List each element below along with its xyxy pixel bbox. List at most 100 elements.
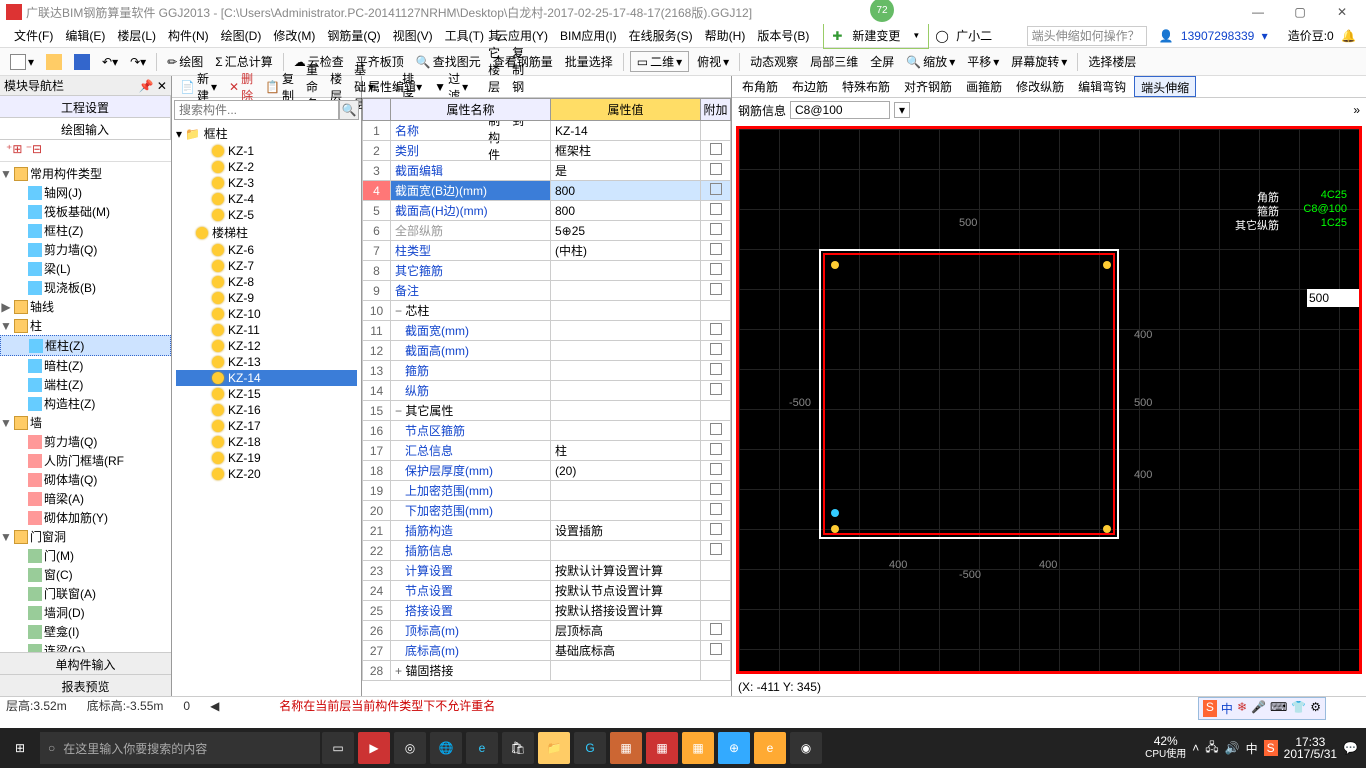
new-file-icon[interactable]: ▾ bbox=[6, 52, 38, 72]
tree-node[interactable]: ▶轴线 bbox=[0, 297, 171, 316]
rebar-info-input[interactable] bbox=[790, 101, 890, 119]
tab-project-settings[interactable]: 工程设置 bbox=[0, 96, 171, 117]
menu-item[interactable]: 视图(V) bbox=[389, 27, 437, 45]
rebar-tab[interactable]: 布边筋 bbox=[786, 76, 834, 97]
tree-node[interactable]: 现浇板(B) bbox=[0, 278, 171, 297]
menu-item[interactable]: 编辑(E) bbox=[61, 27, 109, 45]
property-row[interactable]: 7柱类型(中柱) bbox=[363, 241, 731, 261]
local-3d-button[interactable]: 局部三维 bbox=[806, 51, 862, 72]
property-row[interactable]: 28+ 锚固搭接 bbox=[363, 661, 731, 681]
property-row[interactable]: 18 保护层厚度(mm)(20) bbox=[363, 461, 731, 481]
ktree-item[interactable]: KZ-16 bbox=[176, 402, 357, 418]
ktree-item[interactable]: KZ-6 bbox=[176, 242, 357, 258]
property-row[interactable]: 24 节点设置按默认节点设置计算 bbox=[363, 581, 731, 601]
dimension-input[interactable]: 500 bbox=[1307, 289, 1362, 307]
tree-node[interactable]: 框柱(Z) bbox=[0, 221, 171, 240]
menu-item[interactable]: 版本号(B) bbox=[753, 27, 813, 45]
property-row[interactable]: 10− 芯柱 bbox=[363, 301, 731, 321]
view-2d-dropdown[interactable]: ▭ 二维 ▾ bbox=[630, 51, 689, 72]
property-row[interactable]: 20 下加密范围(mm) bbox=[363, 501, 731, 521]
dynamic-view-button[interactable]: 动态观察 bbox=[746, 51, 802, 72]
ktree-root[interactable]: ▾ 📁 框柱 bbox=[176, 124, 357, 143]
open-file-icon[interactable] bbox=[42, 52, 66, 72]
tree-node[interactable]: 剪力墙(Q) bbox=[0, 240, 171, 259]
ktree-item[interactable]: KZ-12 bbox=[176, 338, 357, 354]
property-row[interactable]: 27 底标高(m)基础底标高 bbox=[363, 641, 731, 661]
taskbar-app-6[interactable]: ▦ bbox=[646, 732, 678, 764]
tab-report-preview[interactable]: 报表预览 bbox=[0, 674, 171, 696]
menu-item[interactable]: 修改(M) bbox=[269, 27, 319, 45]
tree-node[interactable]: 窗(C) bbox=[0, 565, 171, 584]
collapse-icon[interactable]: » bbox=[1353, 103, 1360, 117]
ktree-item[interactable]: KZ-2 bbox=[176, 159, 357, 175]
ktree-item[interactable]: KZ-9 bbox=[176, 290, 357, 306]
ktree-item[interactable]: KZ-4 bbox=[176, 191, 357, 207]
redo-icon[interactable]: ↷▾ bbox=[126, 53, 150, 71]
menu-item[interactable]: 文件(F) bbox=[10, 27, 57, 45]
ime-toolbar[interactable]: S中❄🎤⌨👕⚙ bbox=[1198, 697, 1326, 720]
tray-clock[interactable]: 17:332017/5/31 bbox=[1284, 736, 1337, 760]
task-view-icon[interactable]: ▭ bbox=[322, 732, 354, 764]
close-button[interactable]: ✕ bbox=[1324, 5, 1360, 19]
tree-node[interactable]: 砌体墙(Q) bbox=[0, 470, 171, 489]
tree-node[interactable]: 剪力墙(Q) bbox=[0, 432, 171, 451]
ktree-item[interactable]: KZ-17 bbox=[176, 418, 357, 434]
rebar-tab[interactable]: 对齐钢筋 bbox=[898, 76, 958, 97]
ktree-item[interactable]: KZ-20 bbox=[176, 466, 357, 482]
search-button[interactable]: 🔍 bbox=[339, 100, 359, 120]
tree-node[interactable]: 轴网(J) bbox=[0, 183, 171, 202]
save-file-icon[interactable] bbox=[70, 52, 94, 72]
top-view-button[interactable]: 俯视▾ bbox=[693, 51, 733, 72]
col-extra[interactable]: 附加 bbox=[701, 99, 731, 121]
rebar-tab[interactable]: 画箍筋 bbox=[960, 76, 1008, 97]
property-row[interactable]: 14 纵筋 bbox=[363, 381, 731, 401]
taskbar-app-3[interactable]: 🌐 bbox=[430, 732, 462, 764]
tree-node[interactable]: 筏板基础(M) bbox=[0, 202, 171, 221]
tab-draw-input[interactable]: 绘图输入 bbox=[0, 118, 171, 139]
help-search-input[interactable] bbox=[1027, 26, 1147, 46]
taskbar-app-7[interactable]: ▦ bbox=[682, 732, 714, 764]
col-value[interactable]: 属性值 bbox=[551, 99, 701, 121]
taskbar-app-2[interactable]: ◎ bbox=[394, 732, 426, 764]
ktree-item[interactable]: KZ-13 bbox=[176, 354, 357, 370]
gxe-button[interactable]: ◯ 广小二 bbox=[931, 25, 1000, 46]
property-row[interactable]: 8其它箍筋 bbox=[363, 261, 731, 281]
ktree-item[interactable]: KZ-8 bbox=[176, 274, 357, 290]
tree-node[interactable]: 砌体加筋(Y) bbox=[0, 508, 171, 527]
tree-node[interactable]: 框柱(Z) bbox=[0, 335, 171, 356]
property-row[interactable]: 5截面高(H边)(mm)800 bbox=[363, 201, 731, 221]
property-row[interactable]: 9备注 bbox=[363, 281, 731, 301]
property-row[interactable]: 6全部纵筋5⊕25 bbox=[363, 221, 731, 241]
tree-node[interactable]: 门(M) bbox=[0, 546, 171, 565]
property-row[interactable]: 21 插筋构造设置插筋 bbox=[363, 521, 731, 541]
tray-sougou-icon[interactable]: S bbox=[1264, 740, 1278, 756]
tree-node[interactable]: 梁(L) bbox=[0, 259, 171, 278]
property-row[interactable]: 23 计算设置按默认计算设置计算 bbox=[363, 561, 731, 581]
zoom-button[interactable]: 🔍缩放▾ bbox=[902, 51, 959, 72]
fullscreen-button[interactable]: 全屏 bbox=[866, 51, 898, 72]
property-row[interactable]: 13 箍筋 bbox=[363, 361, 731, 381]
menu-item[interactable]: 钢筋量(Q) bbox=[323, 27, 384, 45]
property-row[interactable]: 1名称KZ-14 bbox=[363, 121, 731, 141]
property-row[interactable]: 19 上加密范围(mm) bbox=[363, 481, 731, 501]
property-row[interactable]: 3截面编辑是 bbox=[363, 161, 731, 181]
rebar-info-dropdown[interactable]: ▾ bbox=[894, 102, 910, 118]
tray-vol-icon[interactable]: 🔊 bbox=[1225, 741, 1240, 755]
property-row[interactable]: 16 节点区箍筋 bbox=[363, 421, 731, 441]
taskbar-app-10[interactable]: ◉ bbox=[790, 732, 822, 764]
minimize-button[interactable]: — bbox=[1240, 5, 1276, 19]
left-icon-row[interactable]: ⁺⊞ ⁻⊟ bbox=[0, 140, 171, 162]
menu-item[interactable]: 工具(T) bbox=[441, 27, 488, 45]
menu-item[interactable]: 绘图(D) bbox=[217, 27, 266, 45]
menu-item[interactable]: 帮助(H) bbox=[701, 27, 750, 45]
property-row[interactable]: 2类别框架柱 bbox=[363, 141, 731, 161]
pin-icon[interactable]: 📌 ✕ bbox=[139, 79, 167, 93]
tree-node[interactable]: 壁龛(I) bbox=[0, 622, 171, 641]
rebar-tab[interactable]: 特殊布筋 bbox=[836, 76, 896, 97]
taskbar-app-9[interactable]: e bbox=[754, 732, 786, 764]
ktree-item[interactable]: KZ-10 bbox=[176, 306, 357, 322]
tray-ime-label[interactable]: 中 bbox=[1246, 740, 1258, 757]
tree-node[interactable]: ▼门窗洞 bbox=[0, 527, 171, 546]
property-row[interactable]: 26 顶标高(m)层顶标高 bbox=[363, 621, 731, 641]
tree-node[interactable]: 构造柱(Z) bbox=[0, 394, 171, 413]
